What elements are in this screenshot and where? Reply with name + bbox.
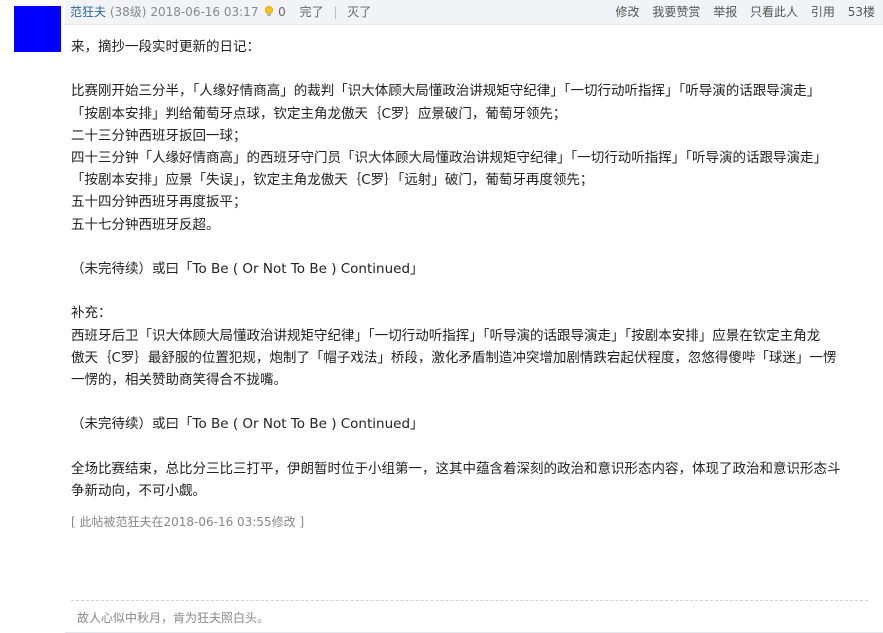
only-author-link[interactable]: 只看此人 bbox=[750, 5, 798, 19]
content-line: 西班牙后卫「识大体顾大局懂政治讲规矩守纪律」「一切行动听指挥」「听导演的话跟导演… bbox=[71, 327, 821, 344]
reward-link[interactable]: 我要赞赏 bbox=[652, 5, 700, 19]
content-line: 五十四分钟西班牙再度扳平； bbox=[71, 194, 247, 211]
signature: 故人心似中秋月，肯为狂夫照白头。 bbox=[77, 611, 270, 625]
content-line: 比赛刚开始三分半，「人缘好情商高」的裁判「识大体顾大局懂政治讲规矩守纪律」「一切… bbox=[71, 83, 821, 100]
react-done-link[interactable]: 完了 bbox=[300, 5, 324, 19]
content-line: 争新动向，不可小觑。 bbox=[71, 482, 206, 499]
content-line: 二十三分钟西班牙扳回一球； bbox=[71, 127, 247, 144]
edit-link[interactable]: 修改 bbox=[616, 5, 640, 19]
content-line: 五十七分钟西班牙反超。 bbox=[71, 216, 220, 233]
avatar[interactable] bbox=[14, 6, 61, 52]
report-link[interactable]: 举报 bbox=[713, 5, 737, 19]
content-line: 傲天｛C罗｝最舒服的位置犯规，炮制了「帽子戏法」桥段，激化矛盾制造冲突增加剧情跌… bbox=[71, 349, 837, 366]
author-level: (38级) bbox=[109, 5, 147, 19]
post-header: 范狂夫 (38级) 2018-06-16 03:17 0 完了 | 灭了 修改 … bbox=[65, 0, 883, 25]
content-line: 「按剧本安排」判给葡萄牙点球，钦定主角龙傲天｛C罗｝应景破门，葡萄牙领先； bbox=[71, 105, 567, 122]
quote-link[interactable]: 引用 bbox=[811, 5, 835, 19]
content-line: 补充： bbox=[71, 305, 112, 322]
content-line: 全场比赛结束，总比分三比三打平，伊朗暂时位于小组第一，这其中蕴含着深刻的政治和意… bbox=[71, 460, 841, 477]
author-link[interactable]: 范狂夫 bbox=[70, 5, 106, 19]
floor-number: 53楼 bbox=[847, 5, 875, 19]
post-body: 来，摘抄一段实时更新的日记： 比赛刚开始三分半，「人缘好情商高」的裁判「识大体顾… bbox=[71, 36, 875, 502]
content-line: （未完待续）或曰「To Be ( Or Not To Be ) Continue… bbox=[71, 261, 424, 277]
react-extinct-link[interactable]: 灭了 bbox=[347, 5, 371, 19]
post-datetime: 2018-06-16 03:17 bbox=[150, 5, 259, 19]
content-line: 四十三分钟「人缘好情商高」的西班牙守门员「识大体顾大局懂政治讲规矩守纪律」「一切… bbox=[71, 150, 827, 166]
post-meta: 范狂夫 (38级) 2018-06-16 03:17 0 完了 | 灭了 bbox=[70, 0, 371, 24]
content-line: （未完待续）或曰「To Be ( Or Not To Be ) Continue… bbox=[71, 416, 424, 433]
divider: | bbox=[333, 5, 338, 19]
content-line: 一愣的，相关赞助商笑得合不拢嘴。 bbox=[71, 372, 287, 388]
lightbulb-icon[interactable] bbox=[264, 6, 274, 17]
signature-divider bbox=[71, 600, 868, 601]
content-line: 「按剧本安排」应景「失误」，钦定主角龙傲天｛C罗｝「远射」破门，葡萄牙再度领先； bbox=[71, 172, 594, 189]
post-actions: 修改 我要赞赏 举报 只看此人 引用 53楼 bbox=[607, 0, 876, 24]
edit-note: [ 此帖被范狂夫在2018-06-16 03:55修改 ] bbox=[71, 515, 305, 529]
like-count: 0 bbox=[278, 5, 286, 19]
post-author-column bbox=[0, 0, 65, 633]
content-line: 来，摘抄一段实时更新的日记： bbox=[71, 39, 260, 55]
